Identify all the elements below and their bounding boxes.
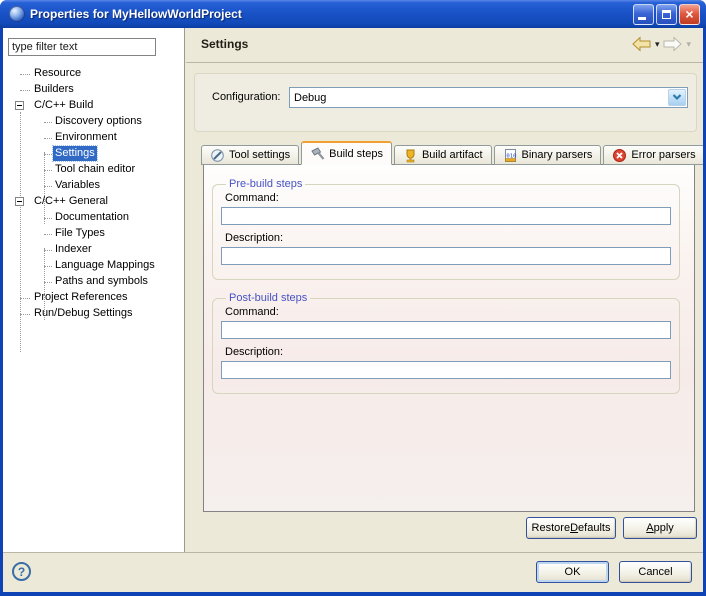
tree-item-ccpp-general[interactable]: C/C++ General [3, 194, 184, 210]
maximize-icon [662, 9, 671, 19]
tree-item-indexer[interactable]: Indexer [3, 242, 184, 258]
tree-item-tool-chain-editor[interactable]: Tool chain editor [3, 162, 184, 178]
close-icon: × [685, 6, 694, 22]
tree-item-project-references[interactable]: Project References [3, 290, 184, 306]
sidebar: Resource Builders C/C++ Build Discovery … [3, 28, 185, 552]
tree-item-run-debug-settings[interactable]: Run/Debug Settings [3, 306, 184, 322]
post-command-input[interactable] [221, 321, 671, 339]
error-parsers-icon [613, 148, 627, 162]
post-command-label: Command: [225, 306, 279, 318]
minimize-button[interactable] [633, 3, 654, 25]
tree-item-language-mappings[interactable]: Language Mappings [3, 258, 184, 274]
tree-item-file-types[interactable]: File Types [3, 226, 184, 242]
collapse-icon[interactable] [15, 101, 24, 110]
configuration-combobox[interactable]: Debug [289, 87, 688, 108]
tab-build-steps[interactable]: Build steps [301, 141, 392, 165]
ok-button[interactable]: OK [536, 561, 609, 583]
tree-item-variables[interactable]: Variables [3, 178, 184, 194]
chevron-down-icon[interactable] [668, 89, 686, 106]
filter-input[interactable] [8, 38, 156, 56]
post-build-steps-group: Post-build steps Command: Description: [212, 292, 680, 394]
forward-arrow-icon [663, 36, 683, 52]
pre-description-input[interactable] [221, 247, 671, 265]
tree-item-paths-and-symbols[interactable]: Paths and symbols [3, 274, 184, 290]
tree-item-builders[interactable]: Builders [3, 82, 184, 98]
forward-menu-icon: ▾ [686, 38, 691, 49]
page-title: Settings [201, 37, 249, 51]
pre-description-label: Description: [225, 232, 284, 244]
tree-item-resource[interactable]: Resource [3, 66, 184, 82]
properties-tree: Resource Builders C/C++ Build Discovery … [3, 66, 184, 352]
tab-build-artifact[interactable]: Build artifact [393, 145, 492, 165]
binary-parsers-icon: 010 [504, 148, 516, 162]
post-description-input[interactable] [221, 361, 671, 379]
configuration-value: Debug [294, 91, 327, 104]
properties-dialog: Properties for MyHellowWorldProject × Re… [0, 0, 706, 596]
collapse-icon[interactable] [15, 197, 24, 206]
pre-build-steps-group: Pre-build steps Command: Description: [212, 178, 680, 280]
post-build-steps-legend: Post-build steps [229, 292, 308, 304]
tab-binary-parsers[interactable]: 010 Binary parsers [493, 145, 602, 165]
configuration-label: Configuration: [212, 91, 281, 103]
settings-tabs: Tool settings Build steps Build artifact… [201, 141, 703, 165]
pre-command-input[interactable] [221, 207, 671, 225]
title-bar[interactable]: Properties for MyHellowWorldProject × [0, 0, 706, 28]
build-steps-icon [311, 147, 325, 160]
pre-command-label: Command: [225, 192, 279, 204]
pre-build-steps-legend: Pre-build steps [229, 178, 303, 190]
back-menu-icon[interactable]: ▾ [655, 39, 660, 49]
window-title: Properties for MyHellowWorldProject [30, 7, 242, 21]
app-sphere-icon [9, 6, 25, 22]
dialog-client-area: Resource Builders C/C++ Build Discovery … [3, 28, 703, 592]
tree-item-ccpp-build[interactable]: C/C++ Build [3, 98, 184, 114]
back-arrow-icon[interactable] [631, 36, 652, 52]
tree-item-documentation[interactable]: Documentation [3, 210, 184, 226]
settings-pane: Settings ▾ ▾ Configuration: Debug Tool s… [186, 28, 703, 552]
tree-item-environment[interactable]: Environment [3, 130, 184, 146]
tree-item-discovery-options[interactable]: Discovery options [3, 114, 184, 130]
apply-button[interactable]: Apply [623, 517, 697, 539]
tool-settings-icon [211, 148, 224, 162]
maximize-button[interactable] [656, 3, 677, 25]
build-steps-panel: Pre-build steps Command: Description: Po… [203, 164, 695, 512]
cancel-button[interactable]: Cancel [619, 561, 692, 583]
history-nav: ▾ ▾ [631, 36, 691, 52]
build-artifact-icon [406, 149, 415, 162]
tab-error-parsers[interactable]: Error parsers [603, 145, 703, 165]
post-description-label: Description: [225, 346, 284, 358]
minimize-icon [638, 16, 646, 20]
restore-defaults-button[interactable]: Restore Defaults [526, 517, 616, 539]
configuration-group: Configuration: Debug [194, 73, 697, 132]
tree-item-settings[interactable]: Settings [3, 145, 184, 162]
close-button[interactable]: × [679, 3, 700, 25]
dialog-button-bar: ? OK Cancel [3, 552, 703, 592]
header-separator [186, 62, 703, 63]
question-icon: ? [17, 564, 26, 579]
tab-tool-settings[interactable]: Tool settings [201, 145, 300, 165]
help-button[interactable]: ? [12, 562, 31, 581]
